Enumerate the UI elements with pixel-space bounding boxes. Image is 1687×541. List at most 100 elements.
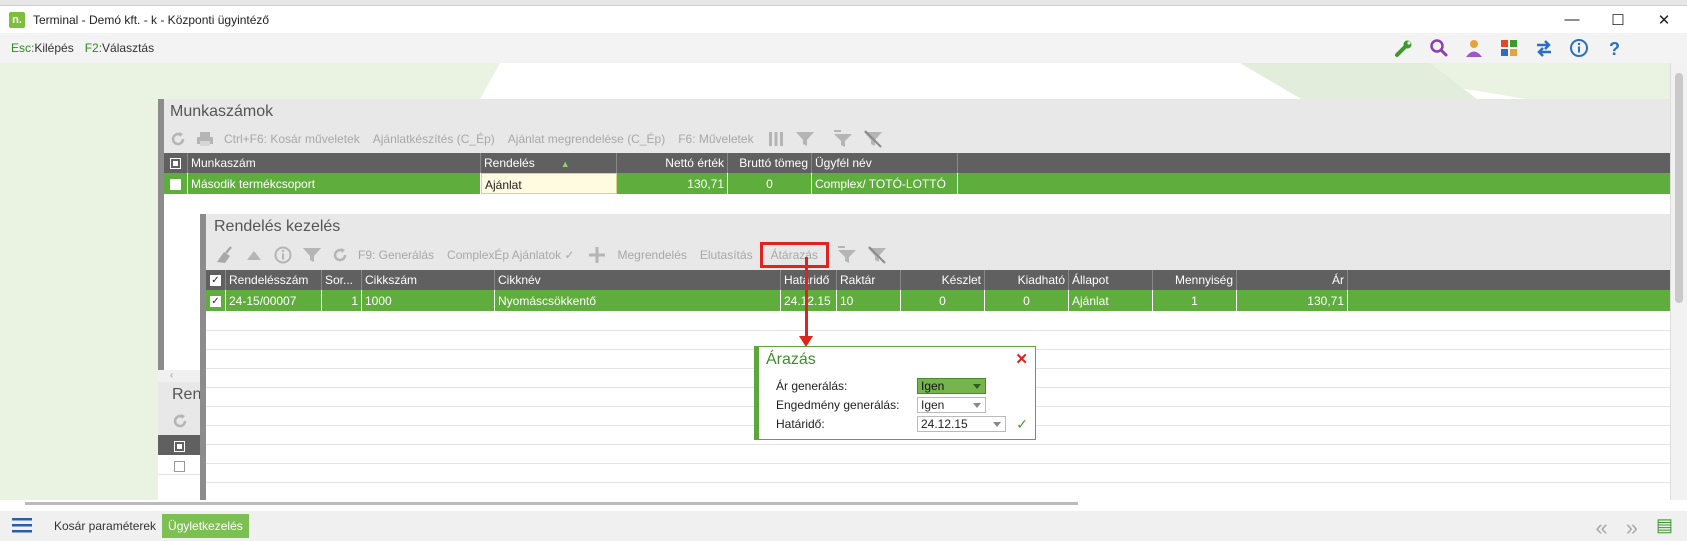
order-button[interactable]: Megrendelés xyxy=(618,248,687,262)
col-hatarido[interactable]: Határidő xyxy=(781,270,837,290)
select-all-checkbox[interactable] xyxy=(164,153,188,173)
lower-refresh-icon[interactable] xyxy=(158,407,203,435)
col-ugyfel[interactable]: Ügyfél név xyxy=(812,153,958,173)
col-brutto[interactable]: Bruttó tömeg xyxy=(728,153,812,173)
modules-icon[interactable] xyxy=(1491,36,1526,60)
info-icon[interactable] xyxy=(1561,36,1596,60)
select-command[interactable]: F2:Választás xyxy=(85,41,154,55)
discount-generation-value: Igen xyxy=(921,398,945,412)
col-cikknev[interactable]: Cikknév xyxy=(495,270,781,290)
rendeles-kezeles-title: Rendelés kezelés xyxy=(206,214,1670,240)
vertical-scrollbar[interactable] xyxy=(1670,63,1687,500)
col-rendelesszam[interactable]: Rendelésszám xyxy=(226,270,322,290)
deadline-select[interactable]: 24.12.15 xyxy=(917,416,1006,432)
lower-row-checkbox[interactable] xyxy=(158,455,203,475)
dialog-title: Árazás xyxy=(766,351,816,368)
col-raktar[interactable]: Raktár xyxy=(837,270,901,290)
confirm-check-icon[interactable]: ✓ xyxy=(1016,416,1028,433)
lower-select-all-checkbox[interactable] xyxy=(158,435,203,455)
munkaszamok-title: Munkaszámok xyxy=(164,99,1670,125)
add-icon[interactable] xyxy=(588,246,606,264)
filter-add-icon[interactable] xyxy=(837,246,857,264)
filter-icon[interactable] xyxy=(795,130,815,148)
discount-generation-select[interactable]: Igen xyxy=(917,397,986,413)
exit-label: Kilépés xyxy=(34,41,74,55)
deadline-label: Határidő: xyxy=(776,417,825,431)
close-icon[interactable]: ✕ xyxy=(1641,6,1687,33)
offer-order-button[interactable]: Ajánlat megrendelése (C_Ép) xyxy=(508,132,665,146)
filter-clear-icon[interactable] xyxy=(867,246,887,264)
info-circle-icon[interactable] xyxy=(274,246,292,264)
refresh-icon[interactable] xyxy=(170,131,186,147)
operations-button[interactable]: F6: Műveletek xyxy=(678,132,753,146)
complexep-offers-button[interactable]: ComplexÉp Ajánlatok ✓ xyxy=(447,248,574,262)
transaction-handling-tab[interactable]: Ügyletkezelés xyxy=(162,514,249,538)
col-sor[interactable]: Sor... xyxy=(322,270,362,290)
munkaszamok-grid-header: Munkaszám Rendelés ▲ Nettó érték Bruttó t… xyxy=(164,153,1670,173)
price-generation-select[interactable]: Igen xyxy=(917,378,986,394)
col-rendeles[interactable]: Rendelés ▲ xyxy=(481,153,617,173)
row-checkbox[interactable] xyxy=(164,173,188,194)
table-row[interactable]: Második termékcsoport Ajánlat 130,71 0 C… xyxy=(164,173,1670,195)
filter-add-icon[interactable] xyxy=(833,130,853,148)
cell-rendeles[interactable]: Ajánlat xyxy=(481,173,617,194)
user-icon[interactable] xyxy=(1456,36,1491,60)
nav-forward-icon[interactable]: » xyxy=(1626,515,1638,541)
move-up-icon[interactable] xyxy=(246,248,262,262)
col-netto[interactable]: Nettó érték xyxy=(617,153,728,173)
col-cikkszam[interactable]: Cikkszám xyxy=(362,270,495,290)
cell-kiadhato: 0 xyxy=(985,290,1069,311)
window-title: Terminal - Demó kft. - k - Központi ügyi… xyxy=(33,12,270,27)
cell-munkaszam: Második termékcsoport xyxy=(188,173,481,194)
cell-filler xyxy=(958,173,1670,194)
table-row[interactable]: ✓ 24-15/00007 1 1000 Nyomáscsökkentő 24.… xyxy=(206,290,1670,312)
command-bar: Esc:Kilépés F2:Választás ? xyxy=(0,33,1687,63)
horizontal-scrollbar[interactable] xyxy=(25,502,1078,505)
basket-operations-button[interactable]: Ctrl+F6: Kosár műveletek xyxy=(224,132,360,146)
notes-icon[interactable]: ▤ xyxy=(1656,515,1673,541)
help-icon[interactable]: ? xyxy=(1596,36,1631,60)
col-mennyiseg[interactable]: Mennyiség xyxy=(1153,270,1237,290)
generate-button[interactable]: F9: Generálás xyxy=(358,248,434,262)
svg-text:?: ? xyxy=(1609,39,1620,58)
col-ar[interactable]: Ár xyxy=(1237,270,1348,290)
reject-button[interactable]: Elutasítás xyxy=(700,248,753,262)
col-munkaszam[interactable]: Munkaszám xyxy=(188,153,481,173)
scroll-thumb[interactable] xyxy=(1675,73,1683,303)
app-logo-icon: n. xyxy=(9,11,25,28)
row-checkbox[interactable]: ✓ xyxy=(206,290,226,311)
print-icon[interactable] xyxy=(196,131,214,147)
filter-icon[interactable] xyxy=(302,246,322,264)
scroll-left-icon[interactable]: ‹ xyxy=(158,370,203,382)
hamburger-menu-icon[interactable] xyxy=(12,516,34,537)
wrench-icon[interactable] xyxy=(1386,36,1421,60)
reprice-button[interactable]: Átárazás xyxy=(759,242,829,268)
cell-raktar: 10 xyxy=(837,290,901,311)
col-allapot[interactable]: Állapot xyxy=(1069,270,1153,290)
chevron-down-icon xyxy=(973,384,981,389)
col-kiadhato[interactable]: Kiadható xyxy=(985,270,1069,290)
cell-keszlet: 0 xyxy=(901,290,985,311)
refresh-icon[interactable] xyxy=(332,247,348,263)
col-keszlet[interactable]: Készlet xyxy=(901,270,985,290)
discount-generation-label: Engedmény generálás: xyxy=(776,398,900,412)
select-all-checkbox[interactable]: ✓ xyxy=(206,270,226,290)
minimize-icon[interactable]: — xyxy=(1549,6,1595,33)
exit-command[interactable]: Esc:Kilépés xyxy=(11,41,74,55)
maximize-icon[interactable]: ☐ xyxy=(1595,6,1641,33)
lower-panel: ‹ Ren xyxy=(158,370,203,500)
filter-clear-icon[interactable] xyxy=(863,130,883,148)
cell-netto: 130,71 xyxy=(617,173,728,194)
nav-back-icon[interactable]: « xyxy=(1595,515,1607,541)
munkaszamok-toolbar: Ctrl+F6: Kosár műveletek Ajánlatkészítés… xyxy=(164,125,1670,153)
columns-icon[interactable] xyxy=(767,130,785,148)
arazas-dialog: Árazás ✕ Ár generálás: Igen Engedmény ge… xyxy=(754,346,1036,440)
basket-parameters-tab[interactable]: Kosár paraméterek xyxy=(48,514,162,538)
close-icon[interactable]: ✕ xyxy=(1015,350,1028,368)
search-icon[interactable] xyxy=(1421,36,1456,60)
cell-brutto: 0 xyxy=(728,173,812,194)
price-generation-value: Igen xyxy=(921,379,945,393)
broom-icon[interactable] xyxy=(214,246,234,264)
transfer-icon[interactable] xyxy=(1526,36,1561,60)
offer-creation-button[interactable]: Ajánlatkészítés (C_Ép) xyxy=(373,132,495,146)
